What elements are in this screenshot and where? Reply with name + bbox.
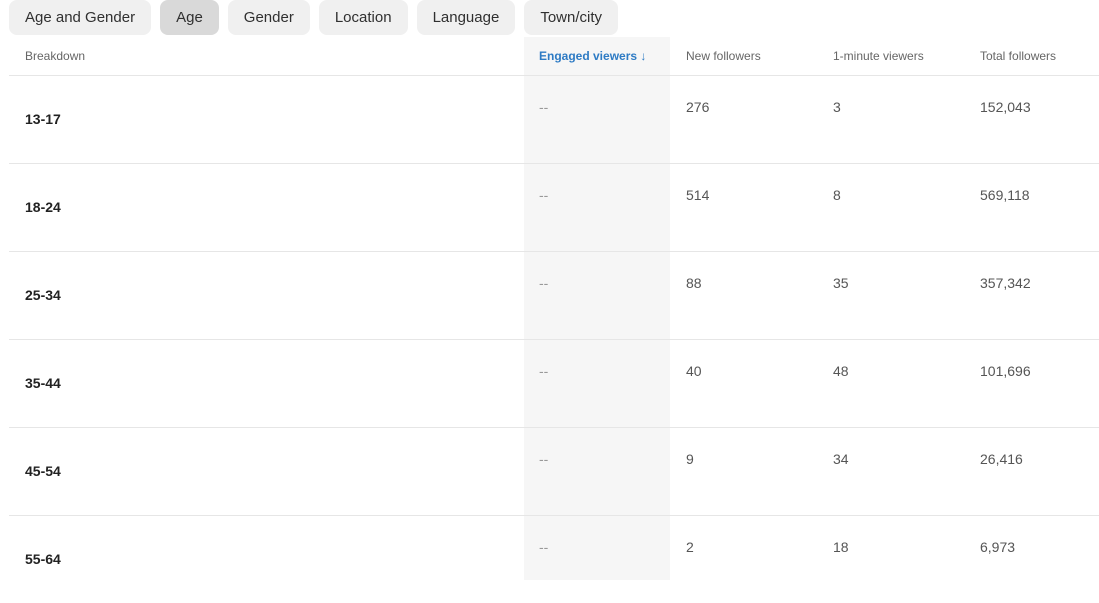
- one-minute-viewers-value: 8: [833, 187, 841, 203]
- table-header: Breakdown Engaged viewers ↓ New follower…: [9, 37, 1099, 76]
- table-row: 13-17 -- 276 3 152,043: [9, 75, 1099, 164]
- total-followers-value: 101,696: [980, 363, 1031, 379]
- engaged-viewers-value: --: [539, 99, 549, 115]
- tab-location[interactable]: Location: [318, 0, 408, 35]
- row-label: 13-17: [25, 111, 61, 127]
- row-label: 35-44: [25, 375, 61, 391]
- total-followers-value: 569,118: [980, 187, 1030, 203]
- table-row: 45-54 -- 9 34 26,416: [9, 427, 1099, 516]
- table-row: 18-24 -- 514 8 569,118: [9, 163, 1099, 252]
- table-row: 25-34 -- 88 35 357,342: [9, 251, 1099, 340]
- tab-town-city[interactable]: Town/city: [524, 0, 618, 35]
- one-minute-viewers-value: 3: [833, 99, 841, 115]
- one-minute-viewers-value: 34: [833, 451, 849, 467]
- new-followers-value: 276: [686, 99, 710, 115]
- row-label: 45-54: [25, 463, 61, 479]
- sort-down-arrow-icon: ↓: [640, 49, 647, 63]
- table-row: 35-44 -- 40 48 101,696: [9, 339, 1099, 428]
- new-followers-value: 2: [686, 539, 694, 555]
- one-minute-viewers-value: 48: [833, 363, 849, 379]
- tab-age[interactable]: Age: [160, 0, 219, 35]
- header-total-followers[interactable]: Total followers: [980, 49, 1056, 63]
- total-followers-value: 26,416: [980, 451, 1023, 467]
- breakdown-tabs: Age and Gender Age Gender Location Langu…: [9, 0, 618, 35]
- one-minute-viewers-value: 18: [833, 539, 849, 555]
- engaged-viewers-value: --: [539, 539, 549, 555]
- total-followers-value: 152,043: [980, 99, 1031, 115]
- row-label: 25-34: [25, 287, 61, 303]
- row-label: 55-64: [25, 551, 61, 567]
- header-breakdown: Breakdown: [25, 49, 86, 63]
- total-followers-value: 6,973: [980, 539, 1016, 555]
- new-followers-value: 514: [686, 187, 710, 203]
- engaged-viewers-value: --: [539, 275, 549, 291]
- table-row: 55-64 -- 2 18 6,973: [9, 515, 1099, 603]
- tab-gender[interactable]: Gender: [227, 0, 310, 35]
- engaged-viewers-value: --: [539, 187, 549, 203]
- new-followers-value: 40: [686, 363, 702, 379]
- total-followers-value: 357,342: [980, 275, 1031, 291]
- header-new-followers[interactable]: New followers: [686, 49, 761, 63]
- engaged-viewers-value: --: [539, 363, 549, 379]
- header-engaged-viewers[interactable]: Engaged viewers ↓: [539, 49, 646, 63]
- header-one-minute-viewers[interactable]: 1-minute viewers: [833, 49, 924, 63]
- tab-age-and-gender[interactable]: Age and Gender: [9, 0, 152, 35]
- new-followers-value: 9: [686, 451, 694, 467]
- row-label: 18-24: [25, 199, 61, 215]
- new-followers-value: 88: [686, 275, 702, 291]
- engaged-viewers-value: --: [539, 451, 549, 467]
- tab-language[interactable]: Language: [416, 0, 516, 35]
- header-engaged-viewers-label: Engaged viewers: [539, 49, 638, 63]
- one-minute-viewers-value: 35: [833, 275, 849, 291]
